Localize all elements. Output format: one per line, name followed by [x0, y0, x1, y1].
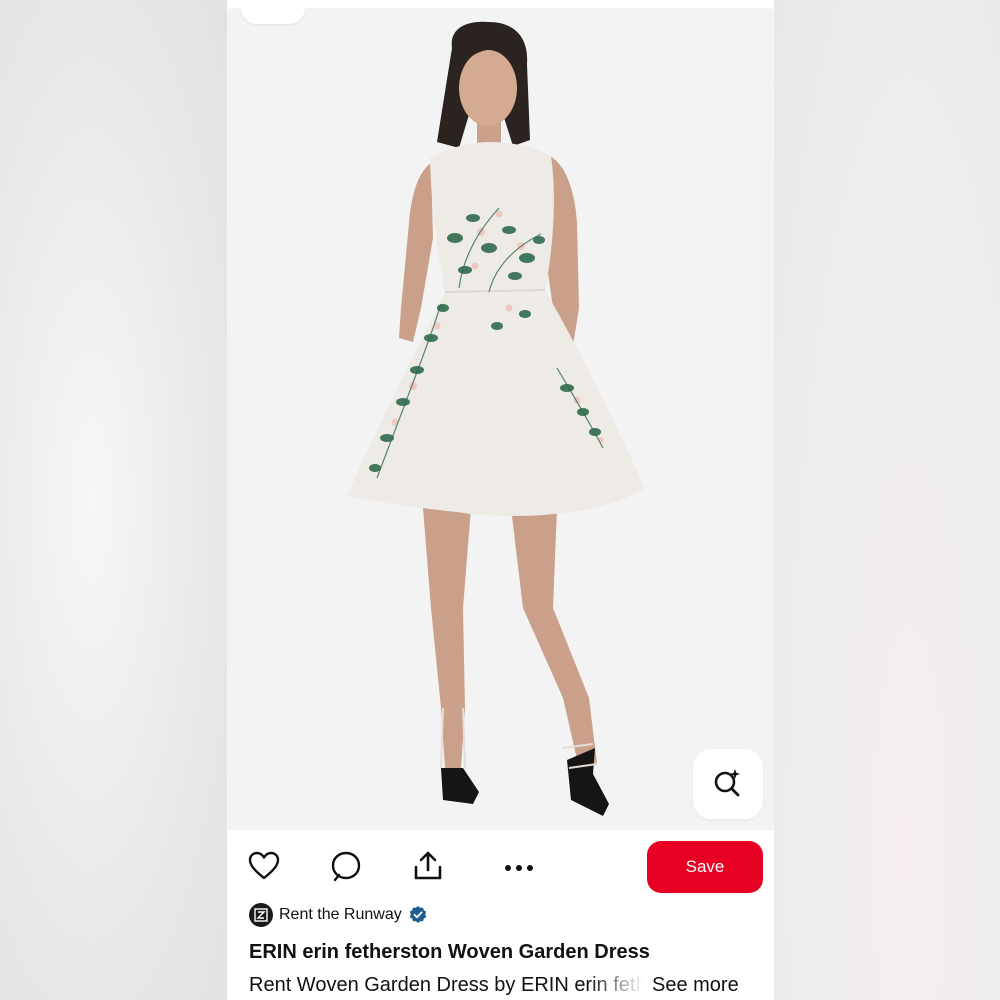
pin-detail-screen: Save Rent the Runway ERIN erin fethersto… — [227, 0, 774, 1000]
pin-image[interactable] — [227, 8, 774, 830]
background-blur-left — [0, 0, 227, 1000]
share-icon — [412, 850, 444, 887]
comment-button[interactable] — [324, 846, 368, 890]
creator-name: Rent the Runway — [279, 906, 402, 923]
pin-description-row: Rent Woven Garden Dress by ERIN erin fet… — [249, 971, 759, 999]
pin-action-bar: Save — [227, 832, 774, 902]
creator-profile-link[interactable]: Rent the Runway — [249, 902, 428, 928]
more-options-icon — [503, 859, 535, 877]
save-button[interactable]: Save — [647, 841, 763, 893]
creator-avatar — [249, 903, 273, 927]
model-photo — [347, 21, 645, 816]
comment-icon — [330, 850, 362, 887]
pin-description: Rent Woven Garden Dress by ERIN erin fet… — [249, 973, 644, 996]
heart-icon — [248, 851, 280, 886]
see-more-link[interactable]: See more — [652, 974, 739, 997]
share-button[interactable] — [406, 846, 450, 890]
visual-search-button[interactable] — [693, 749, 763, 819]
background-blur-right — [774, 0, 1000, 1000]
verified-icon — [408, 905, 428, 925]
creator-logo-icon — [254, 908, 268, 922]
visual-search-icon — [712, 766, 744, 803]
like-button[interactable] — [242, 846, 286, 890]
pin-title: ERIN erin fetherston Woven Garden Dress — [249, 941, 650, 963]
more-options-button[interactable] — [497, 846, 541, 890]
